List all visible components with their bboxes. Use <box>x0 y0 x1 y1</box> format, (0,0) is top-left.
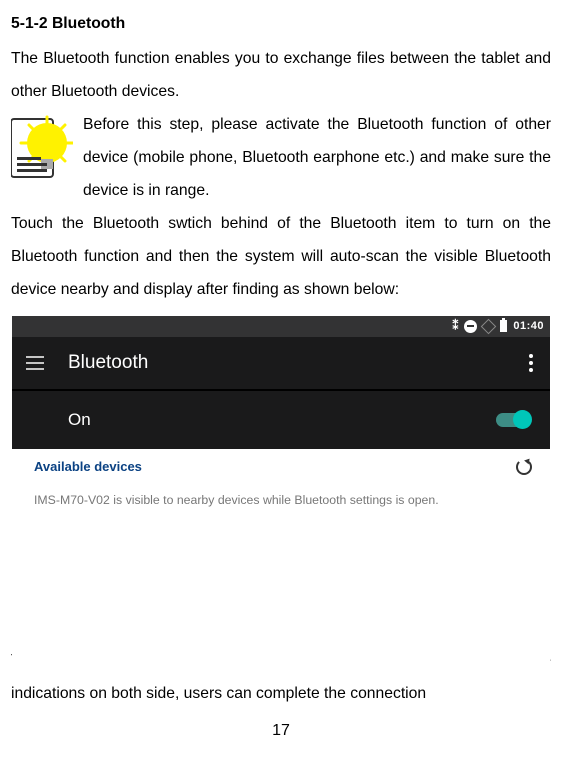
dnd-status-icon <box>464 320 477 333</box>
bluetooth-header: Bluetooth <box>12 337 550 389</box>
bluetooth-screenshot: ⁑ 01:40 Bluetooth On Available devices I… <box>11 315 551 639</box>
section-heading: 5-1-2 Bluetooth <box>11 8 551 41</box>
status-bar: ⁑ 01:40 <box>12 316 550 337</box>
hamburger-icon[interactable] <box>26 356 44 370</box>
battery-status-icon <box>500 320 507 332</box>
intro-paragraph: The Bluetooth function enables you to ex… <box>11 43 551 109</box>
empty-area <box>12 524 550 672</box>
available-devices-row: Available devices <box>12 452 550 482</box>
on-label: On <box>68 402 91 438</box>
instruction-1: Touch the Bluetooth swtich behind of the… <box>11 208 551 307</box>
status-time: 01:40 <box>513 315 544 338</box>
tip-text: Before this step, please activate the Bl… <box>83 109 551 208</box>
more-options-icon[interactable] <box>529 354 533 372</box>
signal-status-icon <box>481 318 497 334</box>
bluetooth-status-icon: ⁑ <box>452 314 458 339</box>
bluetooth-toggle[interactable] <box>496 413 528 427</box>
screen-title: Bluetooth <box>68 343 509 383</box>
refresh-icon[interactable] <box>516 459 532 475</box>
visibility-text: IMS-M70-V02 is visible to nearby devices… <box>12 482 550 524</box>
page-number: 17 <box>11 714 551 748</box>
tip-block: Before this step, please activate the Bl… <box>11 109 551 208</box>
bluetooth-on-row[interactable]: On <box>12 389 550 449</box>
available-devices-label: Available devices <box>34 453 142 480</box>
lightbulb-icon <box>11 113 73 183</box>
